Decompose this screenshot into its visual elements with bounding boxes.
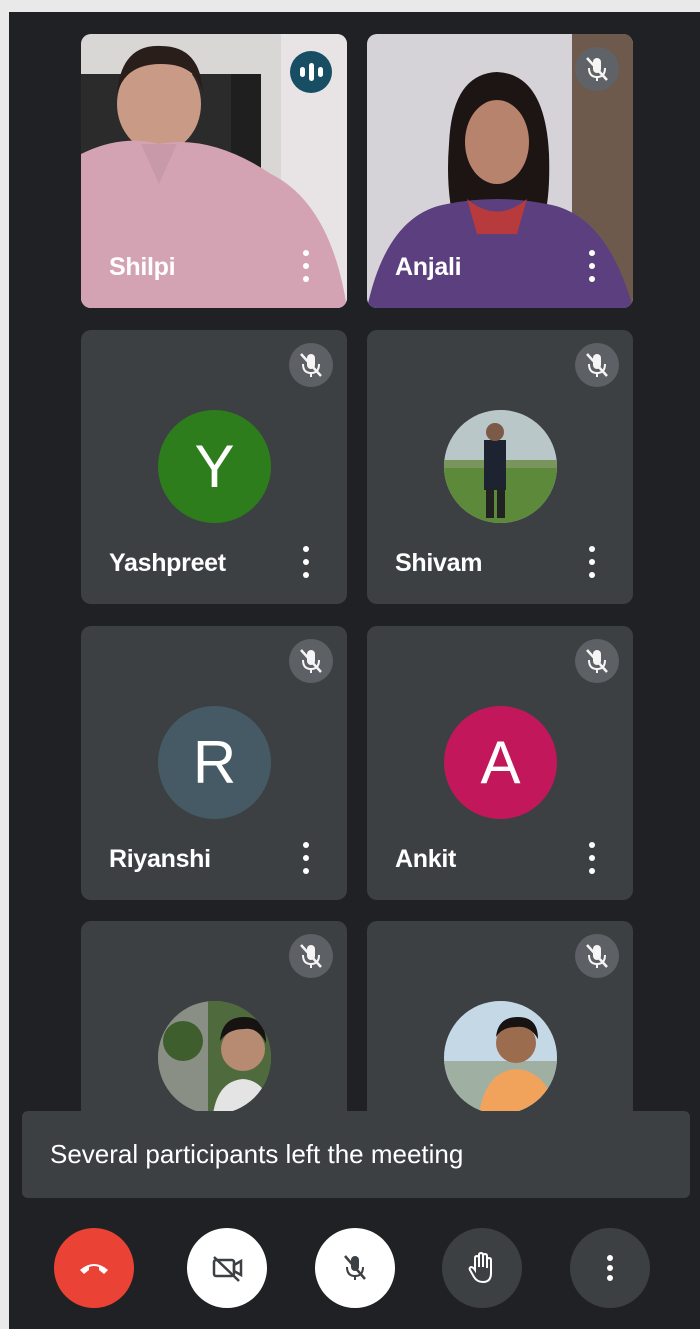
mic-off-icon: [575, 639, 619, 683]
participant-name: Shivam: [395, 549, 483, 577]
raise-hand-button[interactable]: [442, 1228, 522, 1308]
mic-off-icon: [575, 47, 619, 91]
more-vert-icon[interactable]: [587, 842, 597, 874]
avatar: A: [444, 706, 557, 819]
meeting-screen: Shilpi Anjali Y Yashpreet Shivam R Riyan…: [9, 12, 700, 1329]
participant-tile-yashpreet[interactable]: Y Yashpreet: [81, 330, 347, 604]
toast-notification: Several participants left the meeting: [22, 1111, 690, 1198]
avatar: Y: [158, 410, 271, 523]
mic-off-icon: [575, 934, 619, 978]
participant-name: Anjali: [395, 253, 462, 281]
more-vert-icon[interactable]: [587, 250, 597, 282]
participant-tile-shilpi[interactable]: Shilpi: [81, 34, 347, 308]
raise-hand-icon: [468, 1251, 492, 1284]
toast-message: Several participants left the meeting: [50, 1139, 464, 1169]
mic-off-icon: [289, 343, 333, 387]
end-call-icon: [80, 1264, 108, 1274]
avatar: [444, 1001, 557, 1114]
participant-name: Riyanshi: [109, 845, 211, 873]
more-options-icon: [607, 1255, 613, 1281]
mic-off-icon: [575, 343, 619, 387]
speaking-indicator-icon: [290, 51, 332, 93]
mic-off-icon: [289, 934, 333, 978]
avatar: [444, 410, 557, 523]
microphone-toggle-button[interactable]: [315, 1228, 395, 1308]
participant-tile-riyanshi[interactable]: R Riyanshi: [81, 626, 347, 900]
avatar: R: [158, 706, 271, 819]
mic-off-icon: [289, 639, 333, 683]
end-call-button[interactable]: [54, 1228, 134, 1308]
participant-tile-anjali[interactable]: Anjali: [367, 34, 633, 308]
more-options-button[interactable]: [570, 1228, 650, 1308]
more-vert-icon[interactable]: [587, 546, 597, 578]
camera-off-icon: [212, 1256, 243, 1282]
more-vert-icon[interactable]: [301, 842, 311, 874]
participant-name: Yashpreet: [109, 549, 226, 577]
avatar: [158, 1001, 271, 1114]
more-vert-icon[interactable]: [301, 546, 311, 578]
mic-off-icon: [344, 1255, 366, 1280]
participant-name: Shilpi: [109, 253, 176, 281]
participant-tile-ankit[interactable]: A Ankit: [367, 626, 633, 900]
more-vert-icon[interactable]: [301, 250, 311, 282]
participant-name: Ankit: [395, 845, 457, 873]
participant-tile-shivam[interactable]: Shivam: [367, 330, 633, 604]
camera-toggle-button[interactable]: [187, 1228, 267, 1308]
